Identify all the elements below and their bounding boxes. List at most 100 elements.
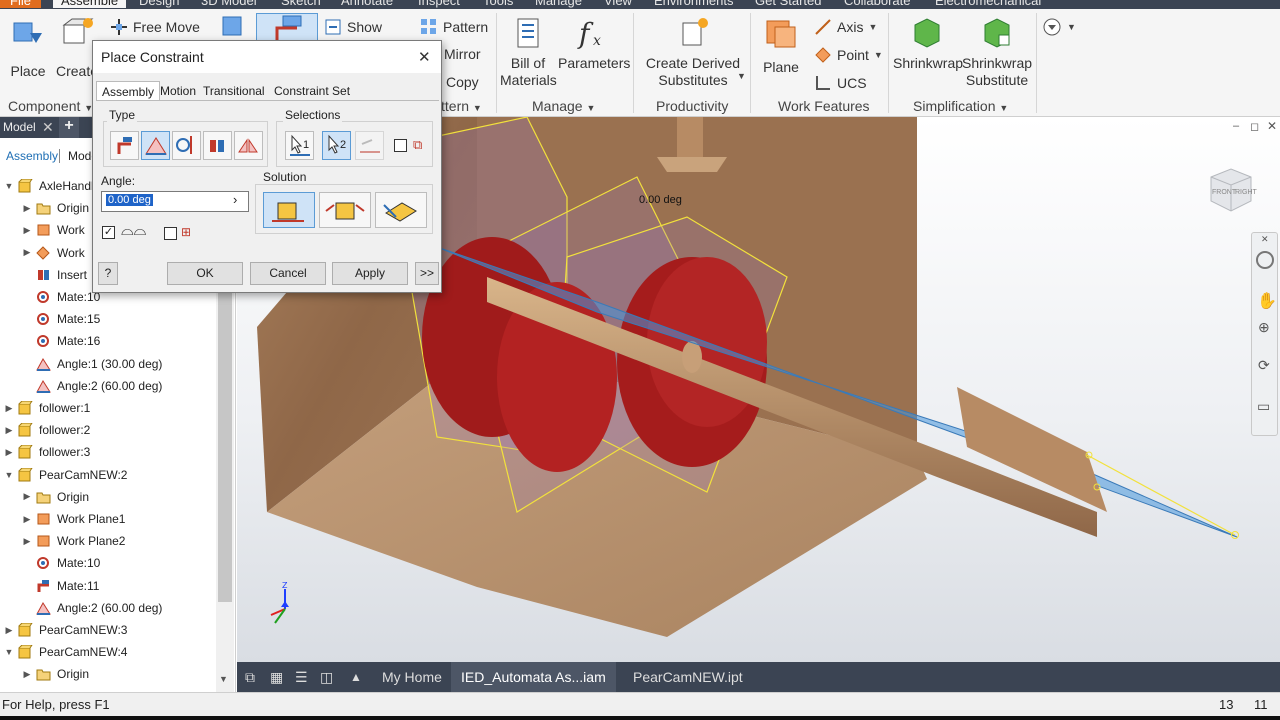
steering-wheel-icon[interactable] <box>1256 251 1274 269</box>
chevron-right-icon[interactable]: ▶ <box>4 625 14 636</box>
chevron-right-icon[interactable]: ▶ <box>22 247 32 258</box>
selection-1-button[interactable]: 1 <box>285 131 314 160</box>
tab-motion[interactable]: Motion <box>155 81 201 101</box>
bill-of-materials-button[interactable]: Bill of Materials <box>500 15 557 89</box>
copy-button[interactable]: Copy <box>446 74 479 90</box>
directed-angle-button[interactable] <box>263 192 315 228</box>
close-icon[interactable]: ✕ <box>1267 119 1277 133</box>
group-simplification[interactable]: Simplification ▼ <box>913 98 1008 114</box>
parameters-button[interactable]: fx Parameters <box>558 15 630 72</box>
tree-item[interactable]: ▶ Work Plane1 <box>0 508 126 530</box>
tree-item[interactable]: Angle:2 (60.00 deg) <box>0 375 162 397</box>
tree-item[interactable]: ▶ Origin <box>0 486 89 508</box>
tree-item[interactable]: ▼ PearCamNEW:2 <box>0 464 127 486</box>
chevron-down-icon[interactable]: ▼ <box>737 71 746 81</box>
tab-my-home[interactable]: My Home <box>372 662 452 692</box>
chevron-right-icon[interactable]: ▶ <box>4 425 14 436</box>
pan-hand-icon[interactable]: ✋ <box>1257 291 1277 311</box>
tree-item[interactable]: ▶ PearCamNEW:3 <box>0 619 127 641</box>
add-browser-button[interactable]: + <box>59 117 79 138</box>
tab-assembly[interactable]: Assembly <box>96 81 161 101</box>
tree-item[interactable]: Angle:1 (30.00 deg) <box>0 353 162 375</box>
symmetry-type-button[interactable] <box>234 131 263 160</box>
shrinkwrap-substitute-button[interactable]: Shrinkwrap Substitute <box>962 15 1032 89</box>
tree-item[interactable]: ▶ Origin <box>0 197 89 219</box>
close-icon[interactable]: ✕ <box>418 48 431 66</box>
shrinkwrap-button[interactable]: Shrinkwrap <box>893 15 963 72</box>
create-derived-substitutes-button[interactable]: Create Derived Substitutes <box>638 15 748 89</box>
undirected-angle-button[interactable] <box>319 192 371 228</box>
tile-icon[interactable]: ⧉ <box>245 669 255 686</box>
tab-collaborate[interactable]: Collaborate <box>844 0 911 8</box>
tree-item[interactable]: ▶ Origin <box>0 663 89 685</box>
tab-manage[interactable]: Manage <box>535 0 582 8</box>
chevron-down-icon[interactable]: ▼ <box>4 647 14 657</box>
angle-input[interactable]: 0.00 deg › <box>101 191 249 212</box>
tree-item[interactable]: Mate:11 <box>0 575 99 597</box>
plane-button[interactable]: Plane <box>756 15 806 76</box>
tree-item[interactable]: Mate:16 <box>0 330 100 352</box>
apply-button[interactable]: Apply <box>332 262 408 285</box>
cancel-button[interactable]: Cancel <box>250 262 326 285</box>
tile-vertical-icon[interactable]: ◫ <box>320 669 333 686</box>
tab-assemble[interactable]: Assemble <box>53 0 127 8</box>
chevron-right-icon[interactable]: ▶ <box>22 203 32 214</box>
more-options-button[interactable]: >> <box>415 262 439 285</box>
tab-constraint-set[interactable]: Constraint Set <box>269 81 355 101</box>
tree-item[interactable]: Insert <box>0 264 87 286</box>
tangent-type-button[interactable] <box>172 131 201 160</box>
tree-item[interactable]: ▶ Work <box>0 219 85 241</box>
tree-item[interactable]: ▶ Work Plane2 <box>0 530 126 552</box>
close-icon[interactable]: ✕ <box>1261 234 1269 245</box>
tree-item[interactable]: ▶ Work <box>0 242 85 264</box>
tree-item[interactable]: ▼ PearCamNEW:4 <box>0 641 127 663</box>
zoom-icon[interactable]: ⊕ <box>1258 319 1270 336</box>
first-solution-button[interactable] <box>355 131 384 160</box>
chevron-down-icon[interactable]: ▼ <box>4 470 14 480</box>
look-at-icon[interactable]: ▭ <box>1257 398 1270 415</box>
chevron-right-icon[interactable]: ▶ <box>22 491 32 502</box>
tree-item[interactable]: Angle:2 (60.00 deg) <box>0 597 162 619</box>
scroll-down-icon[interactable]: ▼ <box>219 674 228 684</box>
maximize-icon[interactable]: ◻ <box>1250 120 1259 133</box>
tab-file[interactable]: File <box>0 0 41 8</box>
chevron-right-icon[interactable]: ▶ <box>4 403 14 414</box>
group-component[interactable]: Component ▼ <box>8 98 93 114</box>
help-button[interactable]: ? <box>98 262 118 285</box>
chevron-down-icon[interactable]: ▼ <box>4 181 14 191</box>
tab-sketch[interactable]: Sketch <box>281 0 321 8</box>
tab-environments[interactable]: Environments <box>654 0 733 8</box>
tree-item[interactable]: Mate:10 <box>0 286 100 308</box>
show-button[interactable]: Show <box>324 18 382 36</box>
chevron-right-icon[interactable]: ▶ <box>4 447 14 458</box>
ucs-button[interactable]: UCS <box>814 74 867 92</box>
chevron-right-icon[interactable]: ▶ <box>22 514 32 525</box>
tab-design[interactable]: Design <box>139 0 179 8</box>
chevron-right-icon[interactable]: ▶ <box>22 225 32 236</box>
chevron-right-icon[interactable]: › <box>233 192 237 207</box>
tree-item[interactable]: Mate:15 <box>0 308 100 330</box>
orbit-icon[interactable]: ⟳ <box>1258 357 1270 374</box>
panel-options-button[interactable]: ▼ <box>1042 17 1076 37</box>
chevron-right-icon[interactable]: ▶ <box>22 669 32 680</box>
selection-2-button[interactable]: 2 <box>322 131 351 160</box>
create-button[interactable]: Create <box>56 15 96 80</box>
rotate-button[interactable] <box>216 13 252 43</box>
pick-part-first-checkbox[interactable] <box>394 139 407 152</box>
tile-horizontal-icon[interactable]: ☰ <box>295 669 308 686</box>
tree-item[interactable]: ▶ follower:3 <box>0 441 90 463</box>
predict-offset-checkbox[interactable] <box>164 227 177 240</box>
tree-item[interactable]: ▶ follower:2 <box>0 419 90 441</box>
free-move-button[interactable]: Free Move <box>110 18 200 36</box>
angle-type-button[interactable] <box>141 131 170 160</box>
explicit-reference-button[interactable] <box>375 192 427 228</box>
minimize-icon[interactable]: – <box>1233 120 1239 132</box>
tab-pearcamnew-part[interactable]: PearCamNEW.ipt <box>623 662 753 692</box>
tab-assembly-view[interactable]: Assembly <box>6 149 58 163</box>
tree-item[interactable]: Mate:10 <box>0 552 100 574</box>
mate-type-button[interactable] <box>110 131 139 160</box>
point-button[interactable]: Point ▼ <box>814 46 883 64</box>
tab-inspect[interactable]: Inspect <box>418 0 460 8</box>
tab-get-started[interactable]: Get Started <box>755 0 821 8</box>
tab-ied-automata-assembly[interactable]: IED_Automata As...iam <box>451 662 616 692</box>
